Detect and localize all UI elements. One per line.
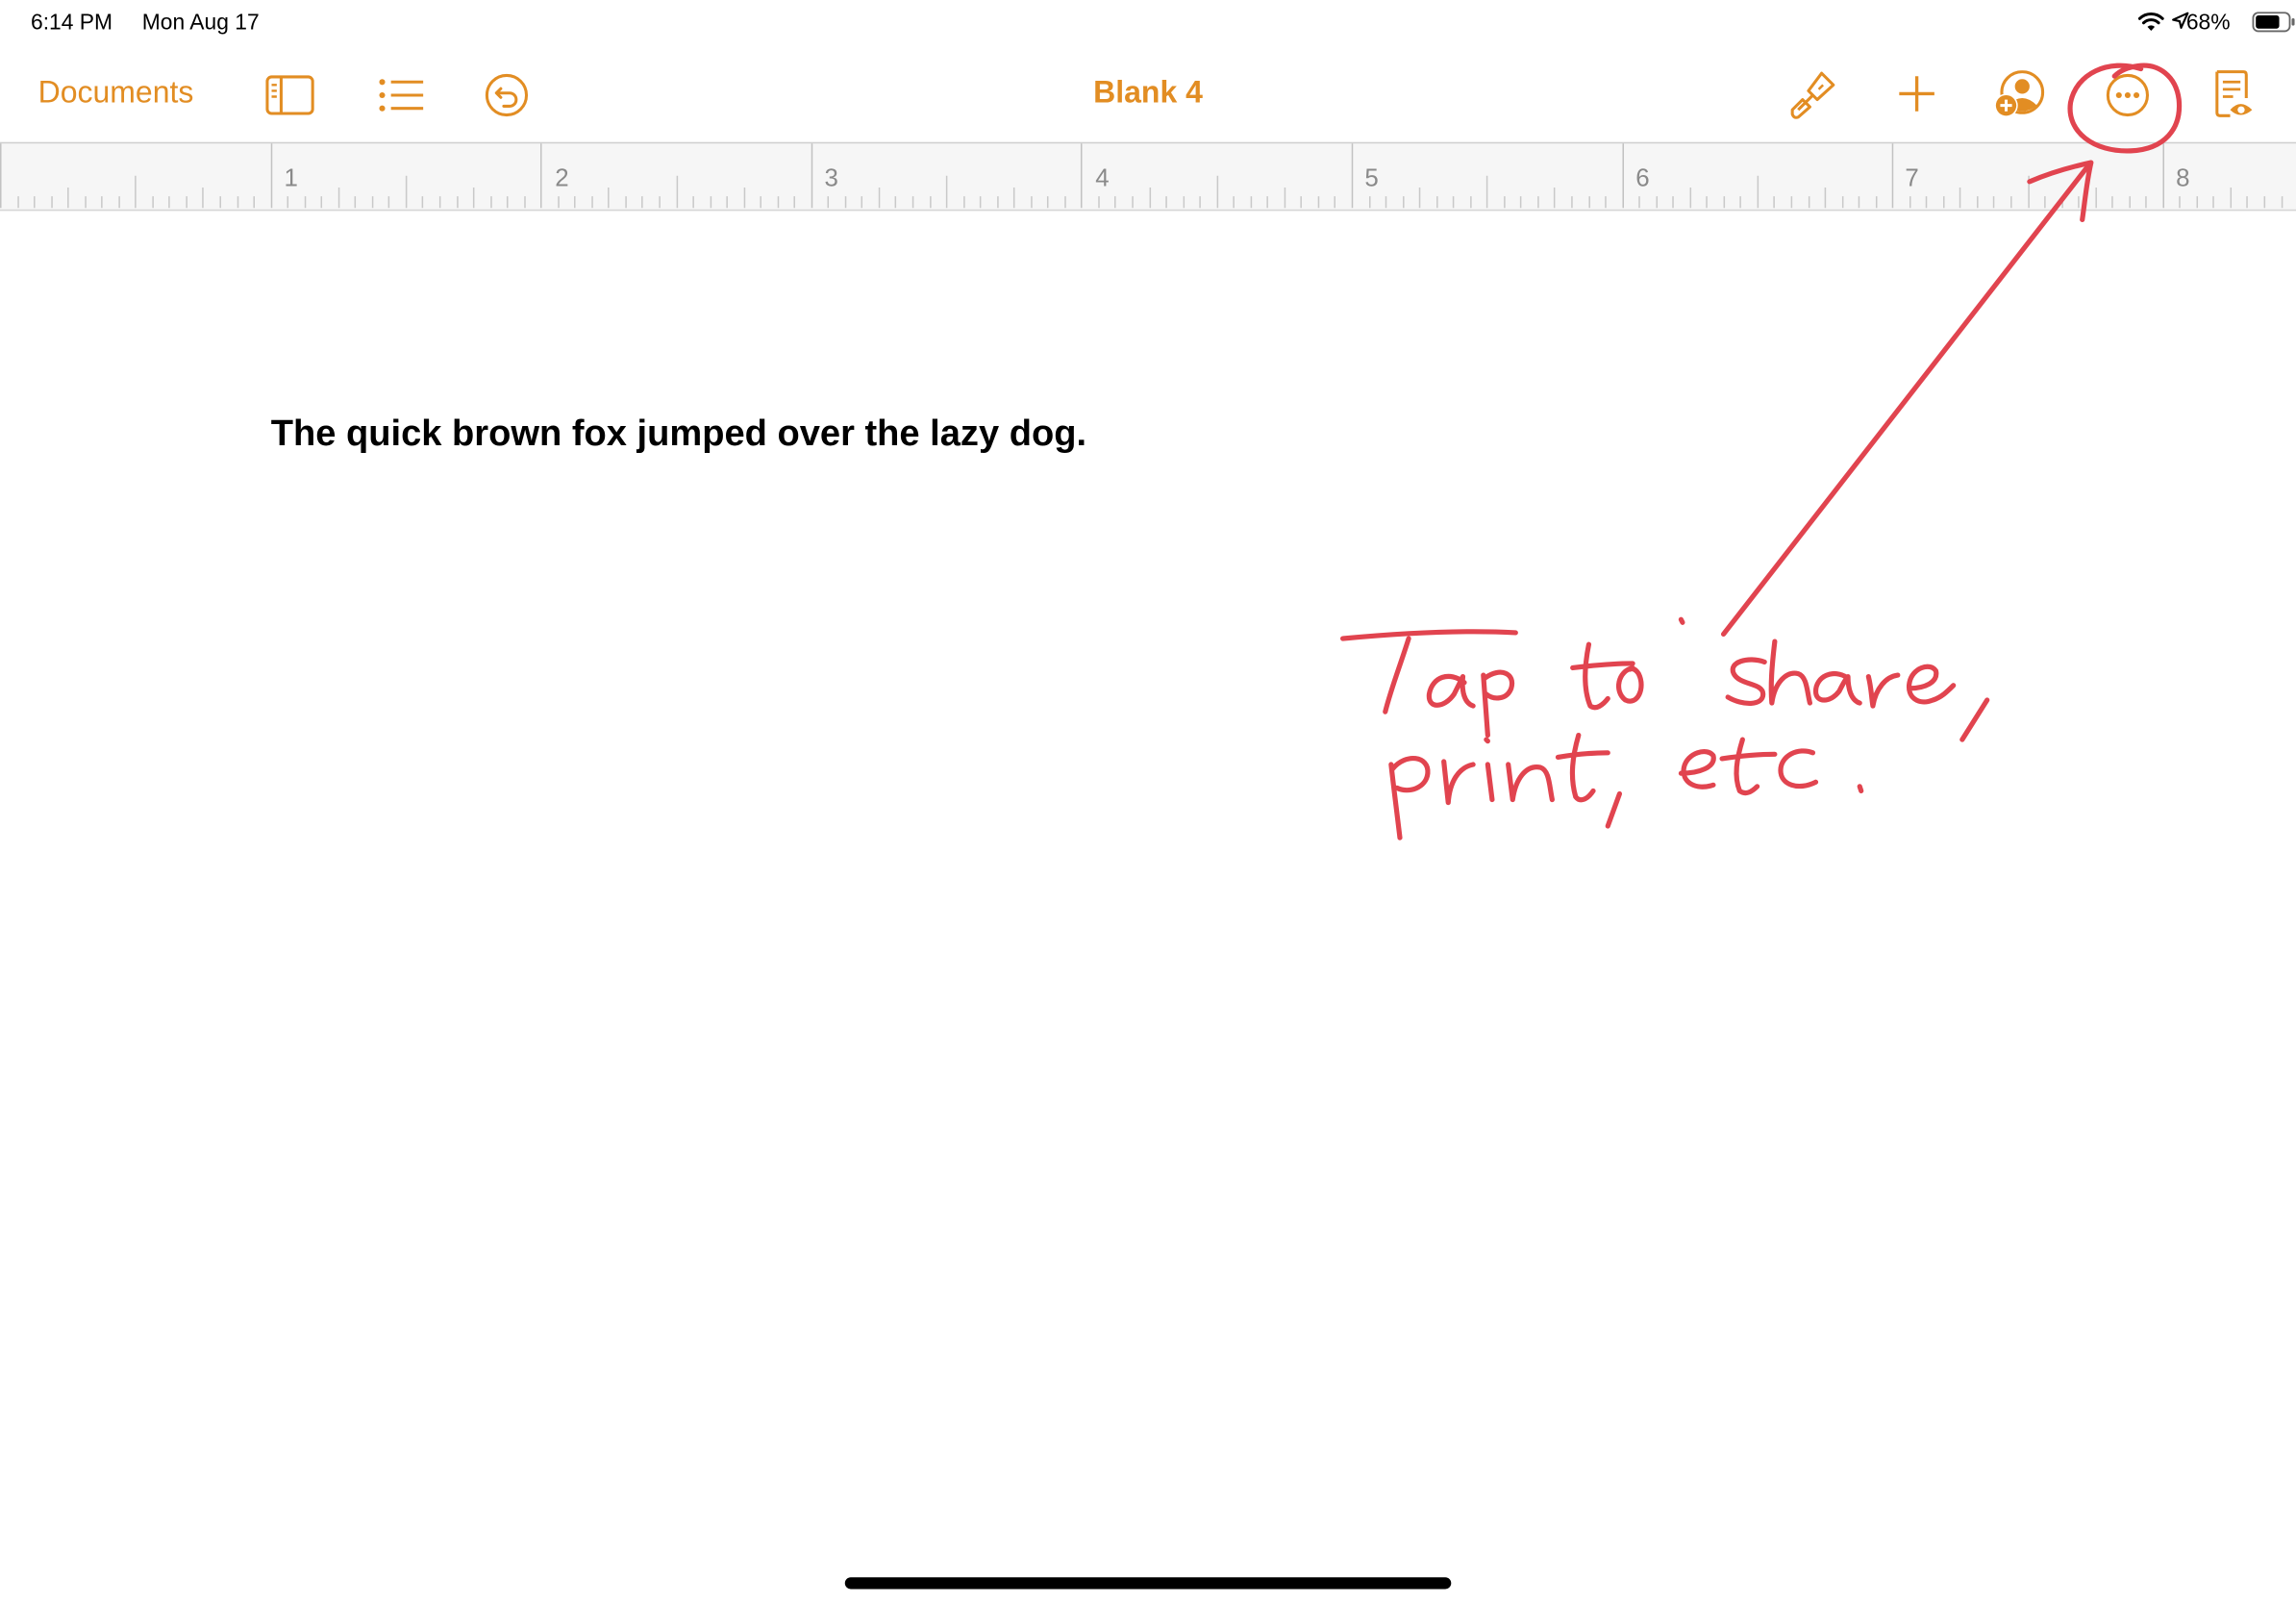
ruler-number: 6: [1635, 163, 1650, 192]
toolbar: Documents Blank 4: [0, 43, 2296, 142]
ruler-number: 8: [2176, 163, 2190, 192]
status-date: Mon Aug 17: [141, 10, 260, 36]
pages-screen: 6:14 PM Mon Aug 17 68% Documents Blank 4…: [0, 0, 2296, 1604]
ruler[interactable]: 1 2 3 4 5 6 7 8: [0, 141, 2296, 212]
home-indicator: [844, 1577, 1452, 1590]
reading-view-icon: [2215, 70, 2253, 117]
ruler-number: 4: [1095, 163, 1110, 192]
battery-icon: [2252, 12, 2295, 33]
collaborate-icon: [1994, 70, 2045, 117]
document-title[interactable]: Blank 4: [0, 76, 2296, 112]
ruler-number: 3: [824, 163, 838, 192]
ruler-number: 7: [1905, 163, 1919, 192]
add-button[interactable]: [1898, 75, 1936, 113]
ruler-number: 5: [1364, 163, 1379, 192]
status-time: 6:14 PM: [30, 10, 113, 36]
ruler-number: 1: [284, 163, 298, 192]
annotation-arrow: [1720, 161, 2092, 638]
more-icon: [2106, 73, 2150, 117]
battery-percent: 68%: [2185, 10, 2231, 36]
status-bar: 6:14 PM Mon Aug 17 68%: [0, 0, 2296, 44]
paintbrush-icon: [1790, 71, 1835, 119]
more-button[interactable]: [2106, 73, 2150, 117]
handwritten-annotation: [1340, 63, 2183, 840]
ruler-number: 2: [555, 163, 569, 192]
plus-icon: [1899, 76, 1934, 112]
wifi-icon: [2137, 13, 2164, 31]
reading-view-button[interactable]: [2212, 69, 2257, 122]
ruler-ticks: [0, 143, 2284, 209]
document-body-text[interactable]: The quick brown fox jumped over the lazy…: [271, 413, 1086, 455]
format-button[interactable]: [1789, 70, 1836, 120]
collaborate-button[interactable]: [1993, 70, 2046, 120]
